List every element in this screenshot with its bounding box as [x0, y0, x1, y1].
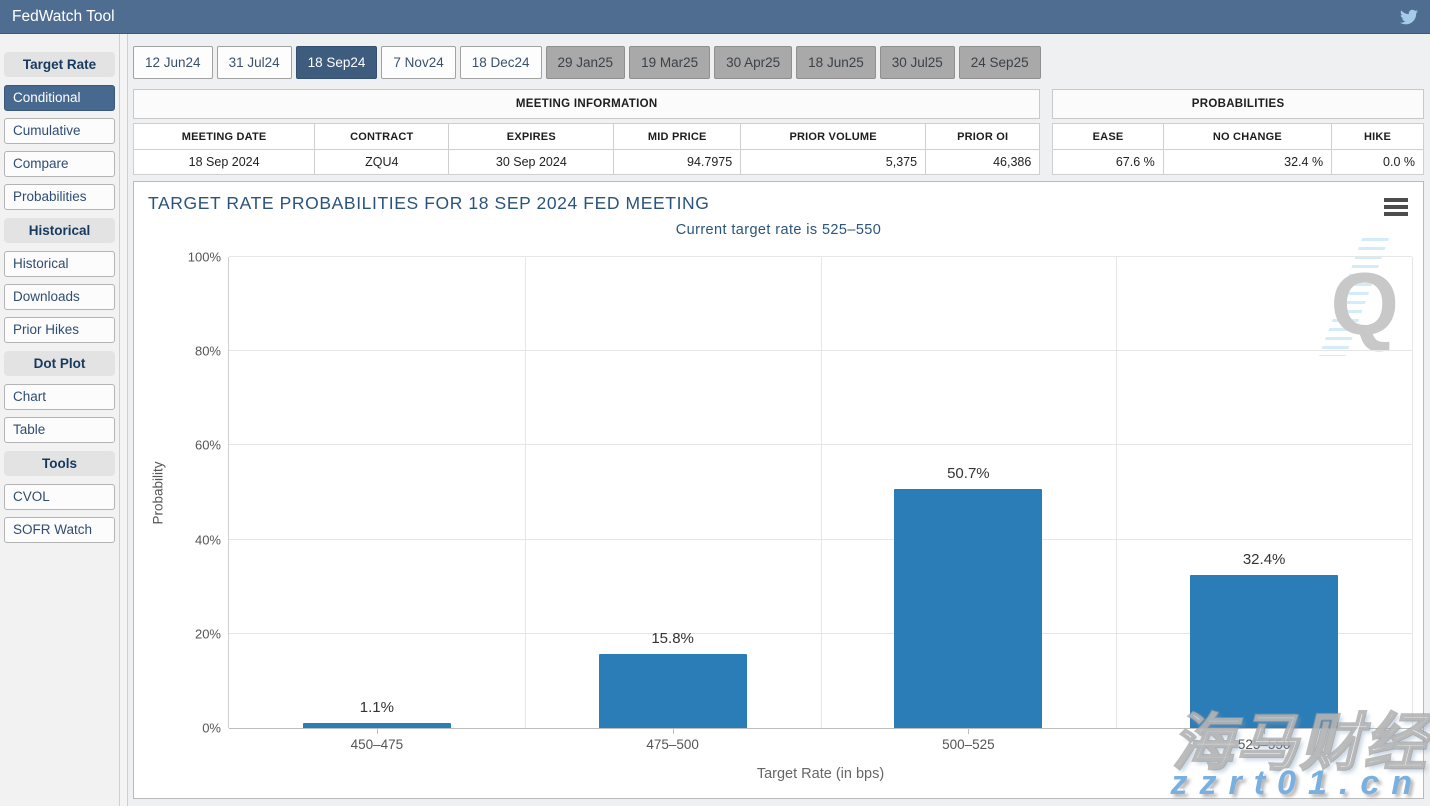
bar-value-label: 50.7% [821, 465, 1117, 482]
gridline [821, 257, 822, 728]
sidebar-item-compare[interactable]: Compare [4, 151, 115, 177]
tab-31-jul24[interactable]: 31 Jul24 [217, 46, 292, 79]
probabilities-panel: PROBABILITIES EASENO CHANGEHIKE 67.6 %32… [1052, 89, 1424, 175]
y-tick-label: 60% [195, 438, 221, 453]
tab-29-jan25[interactable]: 29 Jan25 [546, 46, 626, 79]
bar-value-label: 15.8% [525, 630, 821, 647]
plot-area: 0%20%40%60%80%100%1.1%450–47515.8%475–50… [229, 257, 1412, 728]
fedwatch-app: FedWatch Tool Target Rate Conditional Cumu… [0, 0, 1430, 806]
probabilities-table: EASENO CHANGEHIKE 67.6 %32.4 %0.0 % [1052, 123, 1424, 175]
app-header: FedWatch Tool [0, 0, 1430, 34]
bar-value-label: 1.1% [229, 699, 525, 716]
cell-prior-volume: 5,375 [741, 150, 926, 175]
bar-475-500[interactable] [599, 654, 747, 728]
tab-7-nov24[interactable]: 7 Nov24 [381, 46, 455, 79]
sidebar-item-sofr-watch[interactable]: SOFR Watch [4, 517, 115, 543]
cell-mid-price: 94.7975 [614, 150, 741, 175]
chart-subtitle: Current target rate is 525–550 [134, 222, 1423, 238]
chart-title: TARGET RATE PROBABILITIES FOR 18 SEP 202… [148, 193, 709, 214]
tab-30-apr25[interactable]: 30 Apr25 [714, 46, 792, 79]
tab-18-sep24[interactable]: 18 Sep24 [296, 46, 378, 79]
sidebar-section-header-dot-plot: Dot Plot [4, 351, 115, 376]
column-header-no-change: NO CHANGE [1163, 124, 1331, 150]
probabilities-caption: PROBABILITIES [1052, 89, 1424, 119]
x-tick-label: 500–525 [821, 737, 1117, 752]
meeting-information-caption: MEETING INFORMATION [133, 89, 1040, 119]
tab-30-jul25[interactable]: 30 Jul25 [880, 46, 955, 79]
gridline [1116, 257, 1117, 728]
sidebar-section-header-target-rate: Target Rate [4, 52, 115, 77]
y-tick-label: 20% [195, 626, 221, 641]
sidebar-item-chart[interactable]: Chart [4, 384, 115, 410]
x-tick-mark [968, 728, 969, 734]
meeting-tabs: 12 Jun2431 Jul2418 Sep247 Nov2418 Dec242… [133, 46, 1424, 79]
column-header-expires: EXPIRES [449, 124, 614, 150]
cell-hike: 0.0 % [1332, 150, 1424, 175]
tab-18-dec24[interactable]: 18 Dec24 [460, 46, 542, 79]
app-title: FedWatch Tool [12, 8, 115, 26]
x-axis-title: Target Rate (in bps) [229, 766, 1412, 782]
sidebar-item-downloads[interactable]: Downloads [4, 284, 115, 310]
table-row: 67.6 %32.4 %0.0 % [1053, 150, 1424, 175]
sidebar-item-conditional[interactable]: Conditional [4, 85, 115, 111]
sidebar-item-historical[interactable]: Historical [4, 251, 115, 277]
chart-panel: TARGET RATE PROBABILITIES FOR 18 SEP 202… [133, 181, 1424, 799]
x-tick-mark [1264, 728, 1265, 734]
sidebar-item-cumulative[interactable]: Cumulative [4, 118, 115, 144]
meeting-information-table: MEETING DATECONTRACTEXPIRESMID PRICEPRIO… [133, 123, 1040, 175]
sidebar-section-header-historical: Historical [4, 218, 115, 243]
bar-500-525[interactable] [894, 489, 1042, 728]
column-header-mid-price: MID PRICE [614, 124, 741, 150]
column-header-meeting-date: MEETING DATE [134, 124, 315, 150]
sidebar-item-probabilities[interactable]: Probabilities [4, 184, 115, 210]
column-header-contract: CONTRACT [315, 124, 449, 150]
twitter-icon[interactable] [1400, 8, 1418, 26]
cell-ease: 67.6 % [1053, 150, 1163, 175]
gridline [525, 257, 526, 728]
y-tick-label: 100% [188, 250, 221, 265]
x-axis-line [229, 728, 1412, 729]
x-tick-label: 475–500 [525, 737, 821, 752]
column-header-ease: EASE [1053, 124, 1163, 150]
y-tick-label: 80% [195, 344, 221, 359]
y-tick-label: 0% [202, 721, 221, 736]
x-tick-label: 450–475 [229, 737, 525, 752]
x-tick-label: 525–550 [1116, 737, 1412, 752]
sidebar-item-prior-hikes[interactable]: Prior Hikes [4, 317, 115, 343]
column-header-prior-volume: PRIOR VOLUME [741, 124, 926, 150]
tab-12-jun24[interactable]: 12 Jun24 [133, 46, 213, 79]
column-header-prior-oi: PRIOR OI [926, 124, 1040, 150]
cell-prior-oi: 46,386 [926, 150, 1040, 175]
main-content: 12 Jun2431 Jul2418 Sep247 Nov2418 Dec242… [128, 34, 1430, 806]
sidebar-section-header-tools: Tools [4, 451, 115, 476]
tab-18-jun25[interactable]: 18 Jun25 [796, 46, 876, 79]
sidebar-item-cvol[interactable]: CVOL [4, 484, 115, 510]
meeting-information-panel: MEETING INFORMATION MEETING DATECONTRACT… [133, 89, 1040, 175]
bar-525-550[interactable] [1190, 575, 1338, 728]
sidebar-divider [120, 34, 128, 806]
x-tick-mark [673, 728, 674, 734]
x-tick-mark [377, 728, 378, 734]
column-header-hike: HIKE [1332, 124, 1424, 150]
cell-no-change: 32.4 % [1163, 150, 1331, 175]
cell-meeting-date: 18 Sep 2024 [134, 150, 315, 175]
table-row: 18 Sep 2024ZQU430 Sep 202494.79755,37546… [134, 150, 1040, 175]
sidebar: Target Rate Conditional Cumulative Compare P… [0, 34, 120, 806]
y-tick-label: 40% [195, 532, 221, 547]
chart-menu-icon[interactable] [1384, 198, 1408, 219]
sidebar-item-table[interactable]: Table [4, 417, 115, 443]
gridline [1412, 257, 1413, 728]
bar-value-label: 32.4% [1116, 551, 1412, 568]
cell-expires: 30 Sep 2024 [449, 150, 614, 175]
tab-24-sep25[interactable]: 24 Sep25 [959, 46, 1041, 79]
tab-19-mar25[interactable]: 19 Mar25 [629, 46, 710, 79]
y-axis-line [228, 257, 229, 728]
y-axis-title: Probability [151, 461, 166, 524]
cell-contract: ZQU4 [315, 150, 449, 175]
